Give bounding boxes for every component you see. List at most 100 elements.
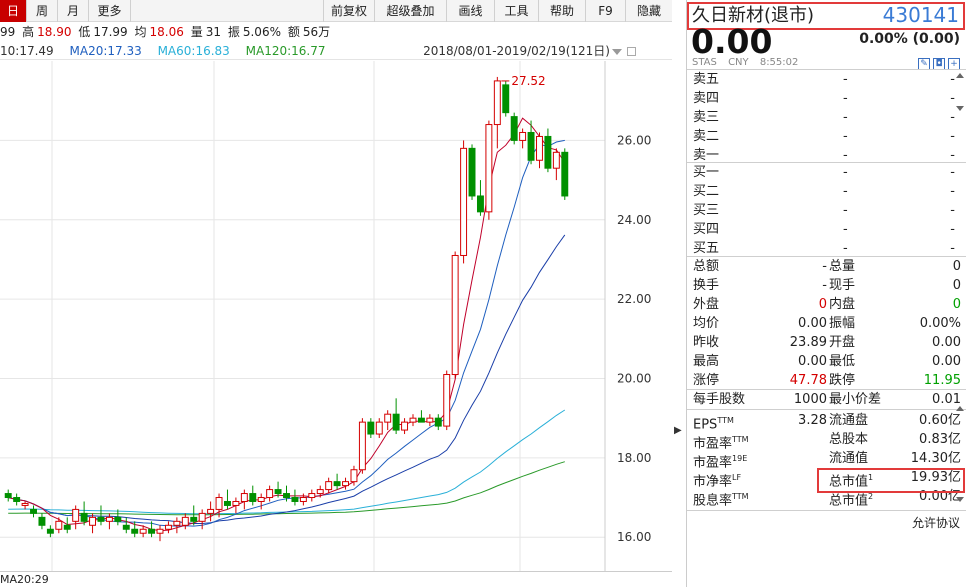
low-value: 17.99	[93, 25, 128, 39]
help-button[interactable]: 帮助	[539, 0, 586, 22]
hide-button[interactable]: 隐藏	[626, 0, 672, 22]
candle-body	[148, 528, 156, 534]
stat-label: 外盘	[693, 297, 720, 312]
scroll-down-icon[interactable]	[956, 106, 964, 111]
scroll-down-icon-2[interactable]	[956, 497, 964, 502]
candle-body	[451, 254, 459, 376]
price-tick-label: 24.00	[617, 213, 651, 227]
candle-body	[502, 84, 510, 114]
adjust-button[interactable]: 前复权	[323, 0, 375, 22]
candle-body	[527, 131, 535, 161]
orderbook-volume: -	[950, 184, 955, 199]
amt-value: 56万	[302, 25, 331, 39]
avg-label: 均	[134, 25, 147, 39]
stat-label: 每手股数	[693, 392, 746, 407]
stat-label: 现手	[829, 278, 856, 293]
stat-value: 0	[952, 259, 961, 274]
candle-body	[97, 516, 105, 522]
scroll-up-icon[interactable]	[956, 73, 964, 78]
overlay-button[interactable]: 超级叠加	[375, 0, 447, 22]
maximize-icon[interactable]	[627, 47, 636, 56]
collapse-arrow-icon[interactable]: ▶	[674, 425, 682, 436]
candle-body	[392, 413, 400, 431]
orderbook-row: 卖二 - -	[693, 127, 955, 146]
tools-button[interactable]: 工具	[495, 0, 539, 22]
orderbook-volume: -	[950, 165, 955, 180]
candle-body	[426, 417, 434, 423]
candle-body	[190, 516, 198, 522]
orderbook-row: 买二 - -	[693, 182, 955, 201]
quote-time: 8:55:02	[759, 57, 799, 68]
candle-body	[89, 516, 97, 526]
candle-body	[434, 417, 442, 427]
orderbook-label: 卖五	[693, 72, 720, 87]
candle-body	[266, 489, 274, 499]
candle-body	[232, 500, 240, 506]
amt-label: 额	[287, 25, 300, 39]
candle-body	[401, 421, 409, 431]
stat-label: 总股本	[829, 432, 869, 447]
tab-day[interactable]: 日	[0, 0, 27, 22]
stat-label: 内盘	[829, 297, 856, 312]
stat-row: 均价 0.00 振幅 0.00%	[693, 314, 961, 333]
candle-body	[544, 135, 552, 169]
ma-legend: 10:17.49 MA20:17.33 MA60:16.83 MA120:16.…	[0, 43, 672, 60]
date-range[interactable]: 2018/08/01-2019/02/19(121日)	[423, 43, 610, 60]
orderbook-label: 卖四	[693, 91, 720, 106]
stat-value: 0.60亿	[919, 413, 961, 428]
candle-body	[207, 508, 215, 514]
volume-ma20: MA20:29	[0, 573, 49, 586]
stat-row: 昨收 23.89 开盘 0.00	[693, 333, 961, 352]
orderbook-label: 买三	[693, 203, 720, 218]
stat-value: 0.00	[798, 316, 827, 331]
quote-panel: 久日新材(退市) 430141 0.00 0.00% (0.00) STAS C…	[686, 0, 966, 587]
candle-body	[510, 116, 518, 141]
stat-value: -	[822, 278, 827, 293]
tab-more[interactable]: 更多	[89, 0, 131, 22]
draw-button[interactable]: 画线	[447, 0, 495, 22]
candle-body	[299, 497, 307, 502]
candle-body	[4, 493, 12, 499]
quote-line: 99 高 18.90 低 17.99 均 18.06 量 31 振 5.06% 额 56万	[0, 23, 672, 42]
stat-value: 14.30亿	[910, 451, 961, 466]
stat-row: 市盈率TTM 总股本 0.83亿	[693, 430, 961, 451]
candle-body	[417, 417, 425, 423]
stat-label: 涨停	[693, 373, 720, 388]
stat-value: 0.00	[798, 354, 827, 369]
candle-body	[131, 528, 139, 534]
stat-label: 均价	[693, 316, 720, 331]
candle-body	[476, 195, 484, 213]
stat-label: 开盘	[829, 335, 856, 350]
tab-month[interactable]: 月	[58, 0, 89, 22]
stock-code[interactable]: 430141	[883, 4, 959, 26]
candle-body	[55, 520, 63, 530]
orderbook-label: 买一	[693, 165, 720, 180]
stat-label: 昨收	[693, 335, 720, 350]
stat-label: 最低	[829, 354, 856, 369]
orderbook-label: 买四	[693, 222, 720, 237]
allow-protocol-link[interactable]: 允许协议	[912, 514, 960, 531]
dropdown-icon[interactable]	[612, 49, 622, 55]
candle-body	[409, 417, 417, 423]
candle-body	[485, 124, 493, 213]
kline-chart[interactable]: 27.52 26.00 24.00 22.00 20.00 18.00 16.00	[0, 61, 672, 571]
candle-body	[316, 489, 324, 495]
ma10-value: 10:17.49	[0, 44, 54, 58]
candle-body	[156, 528, 164, 534]
f9-button[interactable]: F9	[586, 0, 626, 22]
scroll-up-icon-2[interactable]	[956, 406, 964, 411]
orderbook-row: 卖四 - -	[693, 89, 955, 108]
price-change: 0.00% (0.00)	[859, 31, 960, 47]
orderbook-volume: -	[950, 129, 955, 144]
orderbook-label: 买二	[693, 184, 720, 199]
candle-body	[114, 516, 122, 522]
orderbook-price: -	[843, 184, 848, 199]
stat-value: 47.78	[789, 373, 827, 388]
orderbook-price: -	[843, 129, 848, 144]
tab-week[interactable]: 周	[27, 0, 58, 22]
stat-label: 流通盘	[829, 413, 869, 428]
candle-body	[367, 421, 375, 435]
stat-row: EPSTTM 3.28 流通盘 0.60亿	[693, 411, 961, 432]
candle-body	[164, 524, 172, 530]
orderbook-price: -	[843, 203, 848, 218]
